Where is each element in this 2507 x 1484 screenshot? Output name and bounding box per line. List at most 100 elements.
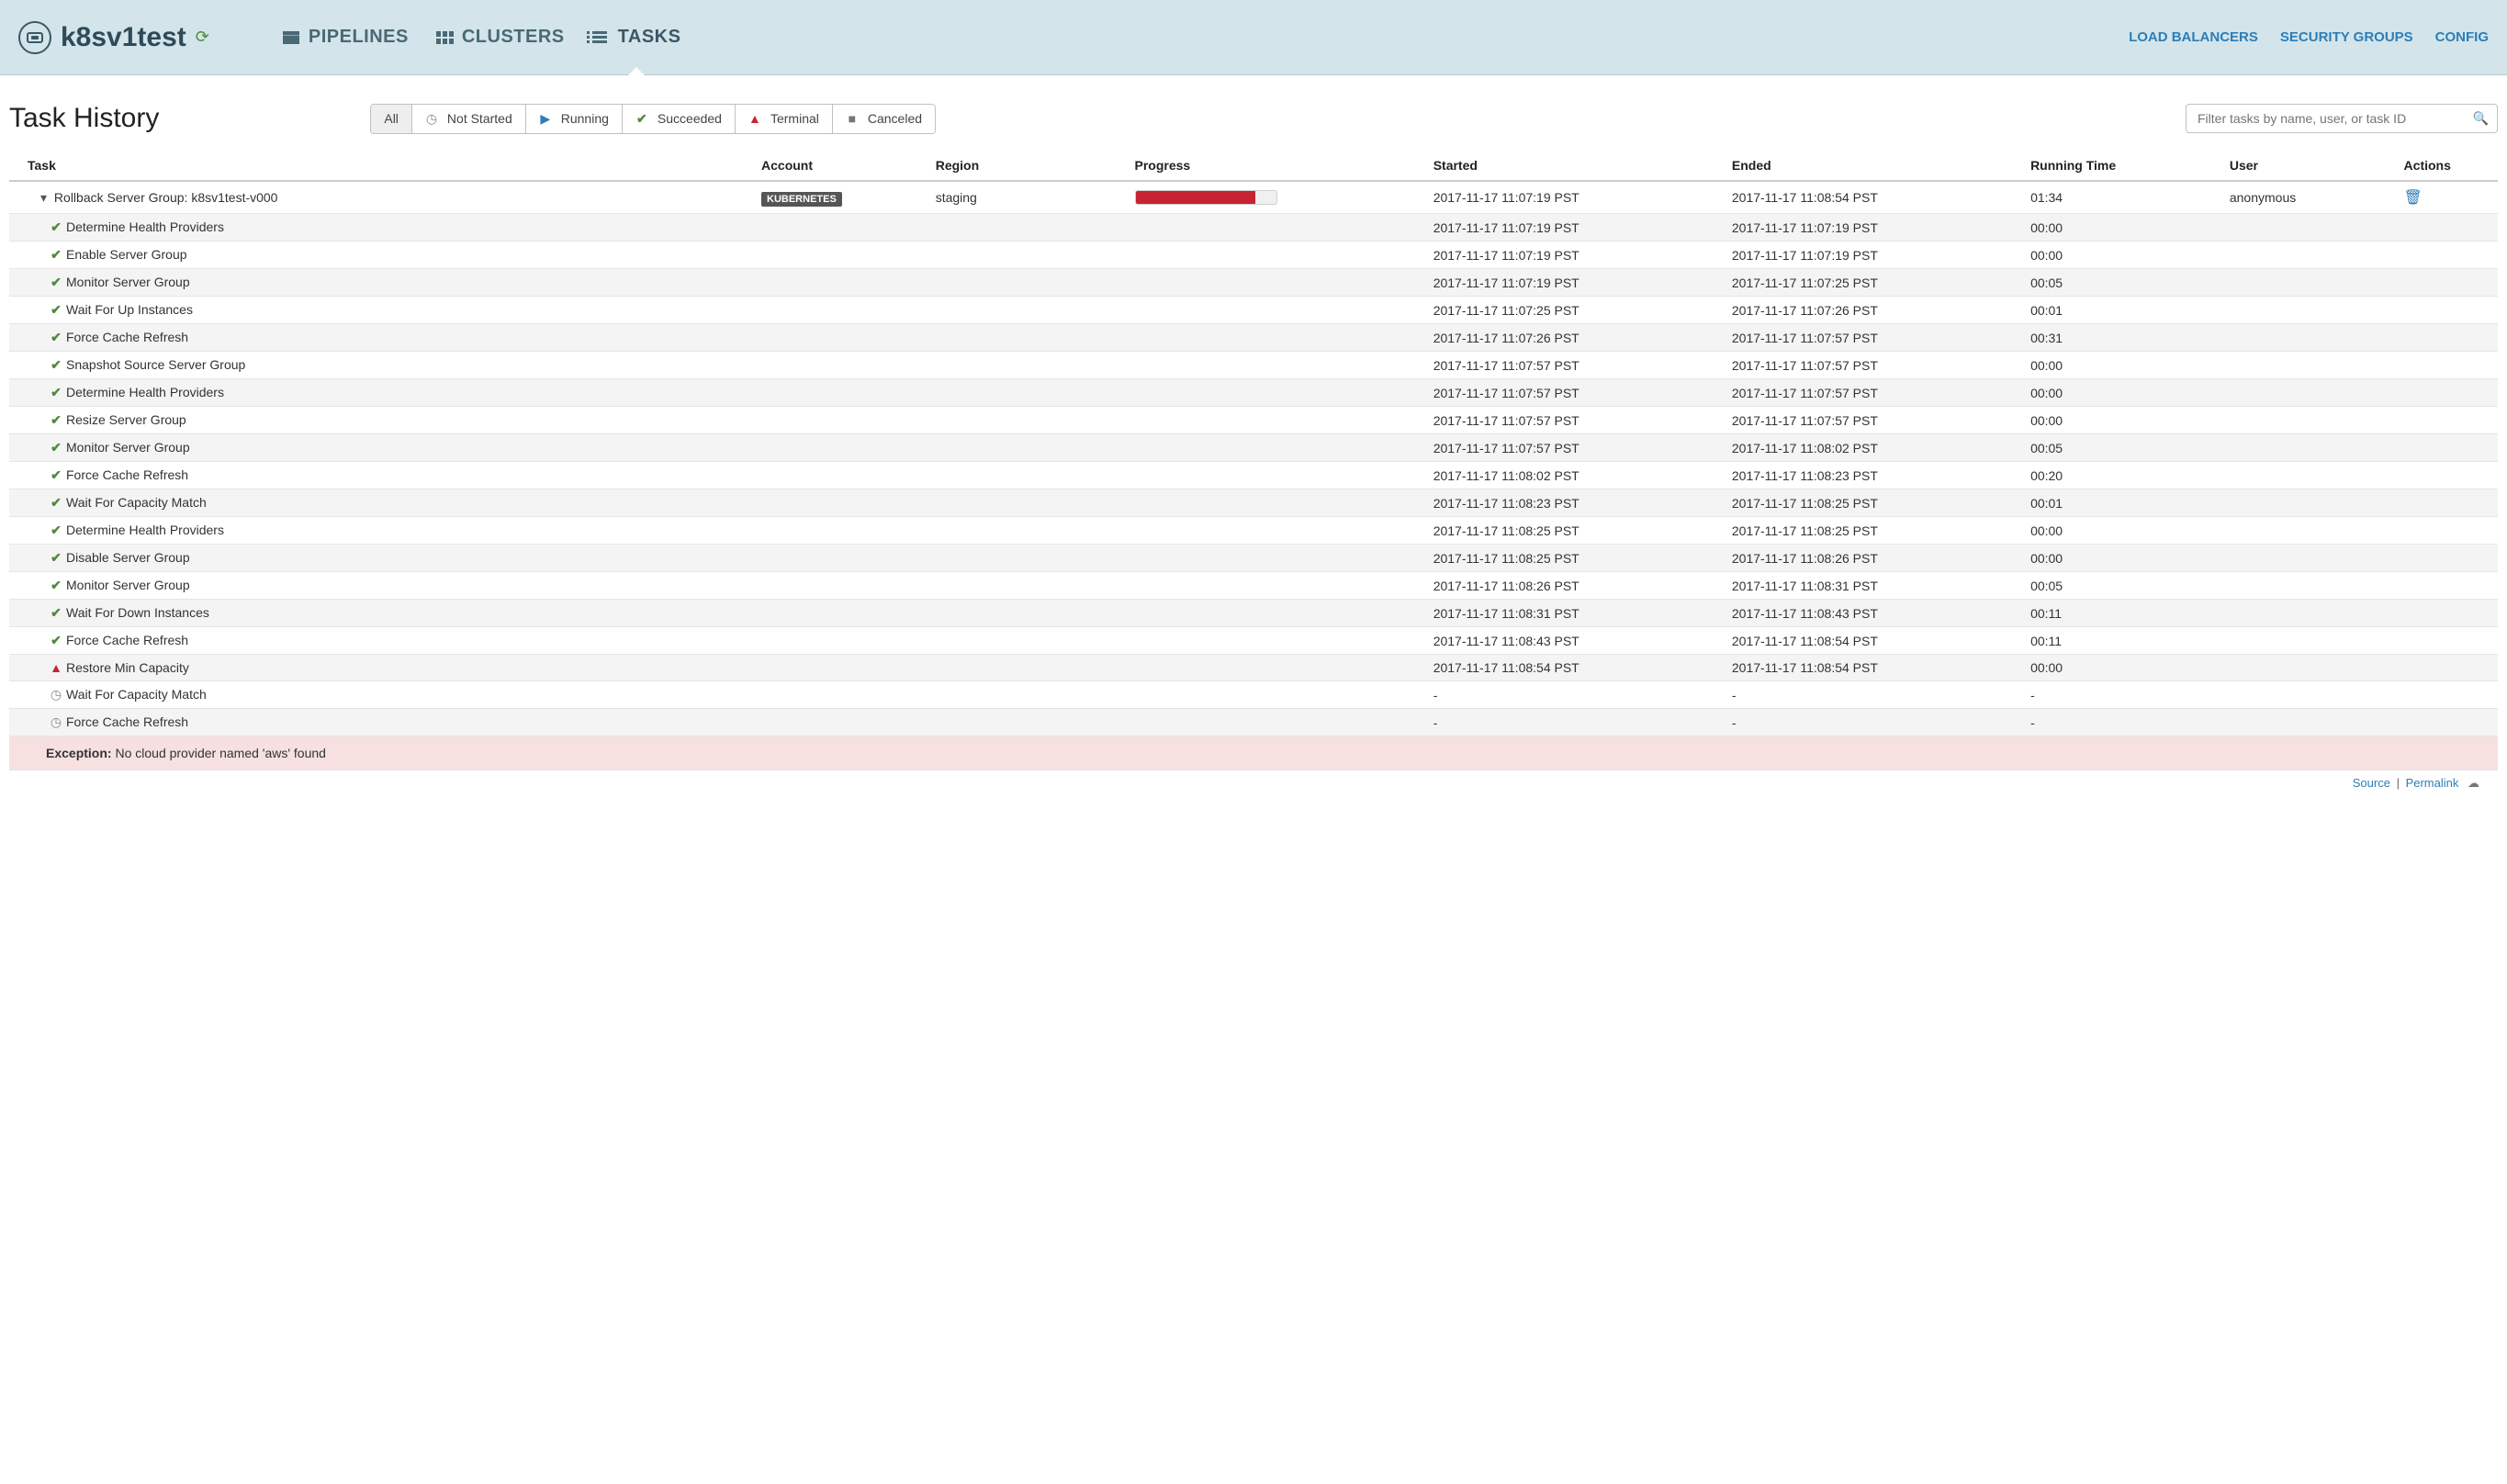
- task-row[interactable]: ✔Wait For Capacity Match2017-11-17 11:08…: [9, 489, 2498, 517]
- task-row[interactable]: ✔Monitor Server Group2017-11-17 11:07:19…: [9, 269, 2498, 297]
- task-row[interactable]: ✔Force Cache Refresh2017-11-17 11:07:26 …: [9, 324, 2498, 352]
- app-name[interactable]: k8sv1test: [61, 22, 186, 53]
- clusters-icon: [436, 31, 453, 44]
- search-icon[interactable]: 🔍: [2473, 111, 2489, 127]
- ended: 2017-11-17 11:07:26 PST: [1732, 303, 1878, 318]
- running-time: 00:01: [2030, 303, 2063, 318]
- task-row[interactable]: ✔Determine Health Providers2017-11-17 11…: [9, 379, 2498, 407]
- task-name: Determine Health Providers: [66, 219, 224, 234]
- ended: 2017-11-17 11:08:25 PST: [1732, 496, 1878, 511]
- nav-config[interactable]: CONFIG: [2435, 29, 2489, 45]
- notstarted-icon: ◷: [50, 687, 62, 703]
- task-row[interactable]: ✔Monitor Server Group2017-11-17 11:07:57…: [9, 434, 2498, 462]
- tab-clusters[interactable]: CLUSTERS: [436, 0, 565, 75]
- chevron-down-icon[interactable]: ▾: [40, 190, 47, 206]
- filter-not-started[interactable]: ◷Not Started: [412, 105, 526, 133]
- filter-label: Running: [561, 111, 609, 126]
- canceled-icon: ■: [846, 111, 859, 126]
- task-name: Enable Server Group: [66, 247, 187, 262]
- filter-all[interactable]: All: [371, 105, 412, 133]
- started: 2017-11-17 11:07:57 PST: [1433, 441, 1580, 455]
- nav-load-balancers[interactable]: LOAD BALANCERS: [2129, 29, 2258, 45]
- succeeded-icon: ✔: [50, 219, 62, 235]
- trash-icon[interactable]: 🗑: [2404, 190, 2423, 206]
- footer-permalink[interactable]: Permalink: [2406, 776, 2459, 790]
- col-running[interactable]: Running Time: [2025, 151, 2224, 181]
- col-progress[interactable]: Progress: [1130, 151, 1428, 181]
- started: 2017-11-17 11:08:25 PST: [1433, 551, 1580, 566]
- col-user[interactable]: User: [2224, 151, 2399, 181]
- task-row[interactable]: ◷Wait For Capacity Match---: [9, 681, 2498, 709]
- search-input[interactable]: [2186, 104, 2498, 133]
- task-row[interactable]: ✔Enable Server Group2017-11-17 11:07:19 …: [9, 242, 2498, 269]
- started: 2017-11-17 11:07:26 PST: [1433, 331, 1580, 345]
- started: 2017-11-17 11:07:25 PST: [1433, 303, 1580, 318]
- notstarted-icon: ◷: [50, 714, 62, 730]
- task-row[interactable]: ✔Determine Health Providers2017-11-17 11…: [9, 517, 2498, 545]
- filter-succeeded[interactable]: ✔Succeeded: [623, 105, 736, 133]
- task-name: Determine Health Providers: [66, 523, 224, 537]
- tab-pipelines-label: PIPELINES: [309, 27, 409, 48]
- running-time: -: [2030, 715, 2035, 730]
- ended: 2017-11-17 11:07:25 PST: [1732, 275, 1878, 290]
- ended: -: [1732, 688, 1737, 703]
- task-row[interactable]: ✔Force Cache Refresh2017-11-17 11:08:02 …: [9, 462, 2498, 489]
- filter-label: Succeeded: [658, 111, 722, 126]
- ended: 2017-11-17 11:07:19 PST: [1732, 220, 1878, 235]
- cloud-icon[interactable]: ☁: [2468, 776, 2479, 790]
- task-row[interactable]: ✔Force Cache Refresh2017-11-17 11:08:43 …: [9, 627, 2498, 655]
- task-row[interactable]: ✔ Determine Health Providers 2017-11-17 11…: [9, 214, 2498, 242]
- nav-security-groups[interactable]: SECURITY GROUPS: [2280, 29, 2413, 45]
- col-region[interactable]: Region: [930, 151, 1130, 181]
- task-row[interactable]: ✔Monitor Server Group2017-11-17 11:08:26…: [9, 572, 2498, 600]
- running-time: 00:01: [2030, 496, 2063, 511]
- running-time: 00:00: [2030, 358, 2063, 373]
- content: Task History All◷Not Started▶Running✔Suc…: [0, 75, 2507, 805]
- col-account[interactable]: Account: [756, 151, 930, 181]
- task-row[interactable]: ◷Force Cache Refresh---: [9, 709, 2498, 736]
- succeeded-icon: ✔: [50, 412, 62, 428]
- col-started[interactable]: Started: [1428, 151, 1726, 181]
- tab-tasks[interactable]: TASKS: [592, 0, 681, 75]
- running-time: 00:00: [2030, 660, 2063, 675]
- col-task[interactable]: Task: [9, 151, 756, 181]
- task-row[interactable]: ✔Snapshot Source Server Group2017-11-17 …: [9, 352, 2498, 379]
- ended: 2017-11-17 11:07:19 PST: [1732, 248, 1878, 263]
- ended: 2017-11-17 11:07:57 PST: [1732, 331, 1878, 345]
- running-time: 00:00: [2030, 523, 2063, 538]
- tab-clusters-label: CLUSTERS: [462, 27, 565, 48]
- app-logo-icon[interactable]: [18, 21, 51, 54]
- started: -: [1433, 715, 1438, 730]
- filter-running[interactable]: ▶Running: [526, 105, 623, 133]
- running-time: 00:00: [2030, 413, 2063, 428]
- task-name: Wait For Up Instances: [66, 302, 193, 317]
- ended: 2017-11-17 11:08:54 PST: [1732, 190, 1878, 205]
- task-row[interactable]: ✔Resize Server Group2017-11-17 11:07:57 …: [9, 407, 2498, 434]
- task-row[interactable]: ✔Wait For Down Instances2017-11-17 11:08…: [9, 600, 2498, 627]
- refresh-icon[interactable]: ⟳: [196, 28, 209, 47]
- running-time: 00:00: [2030, 220, 2063, 235]
- succeeded-icon: ✔: [50, 275, 62, 290]
- ended: 2017-11-17 11:08:43 PST: [1732, 606, 1878, 621]
- tab-pipelines[interactable]: PIPELINES: [283, 0, 409, 75]
- col-actions[interactable]: Actions: [2399, 151, 2498, 181]
- filter-label: Terminal: [770, 111, 819, 126]
- task-row[interactable]: ✔Wait For Up Instances2017-11-17 11:07:2…: [9, 297, 2498, 324]
- started: 2017-11-17 11:07:19 PST: [1433, 190, 1580, 205]
- running-time: 00:20: [2030, 468, 2063, 483]
- started: 2017-11-17 11:08:23 PST: [1433, 496, 1580, 511]
- col-ended[interactable]: Ended: [1726, 151, 2025, 181]
- filter-group: All ◷Not Started▶Running✔Succeeded▲Termin…: [370, 104, 936, 134]
- task-row[interactable]: ✔Disable Server Group2017-11-17 11:08:25…: [9, 545, 2498, 572]
- filter-label: All: [384, 111, 399, 126]
- table-header: Task Account Region Progress Started End…: [9, 151, 2498, 181]
- filter-terminal[interactable]: ▲Terminal: [736, 105, 833, 133]
- task-body: ▾ Rollback Server Group: k8sv1test-v000K…: [9, 181, 2498, 770]
- right-nav: LOAD BALANCERS SECURITY GROUPS CONFIG: [2129, 29, 2489, 45]
- progress-fill: [1136, 191, 1255, 204]
- filter-canceled[interactable]: ■Canceled: [833, 105, 935, 133]
- task-row-parent[interactable]: ▾ Rollback Server Group: k8sv1test-v000K…: [9, 181, 2498, 214]
- search-wrap: 🔍: [2186, 104, 2498, 133]
- task-row[interactable]: ▲Restore Min Capacity2017-11-17 11:08:54…: [9, 655, 2498, 681]
- footer-source[interactable]: Source: [2353, 776, 2390, 790]
